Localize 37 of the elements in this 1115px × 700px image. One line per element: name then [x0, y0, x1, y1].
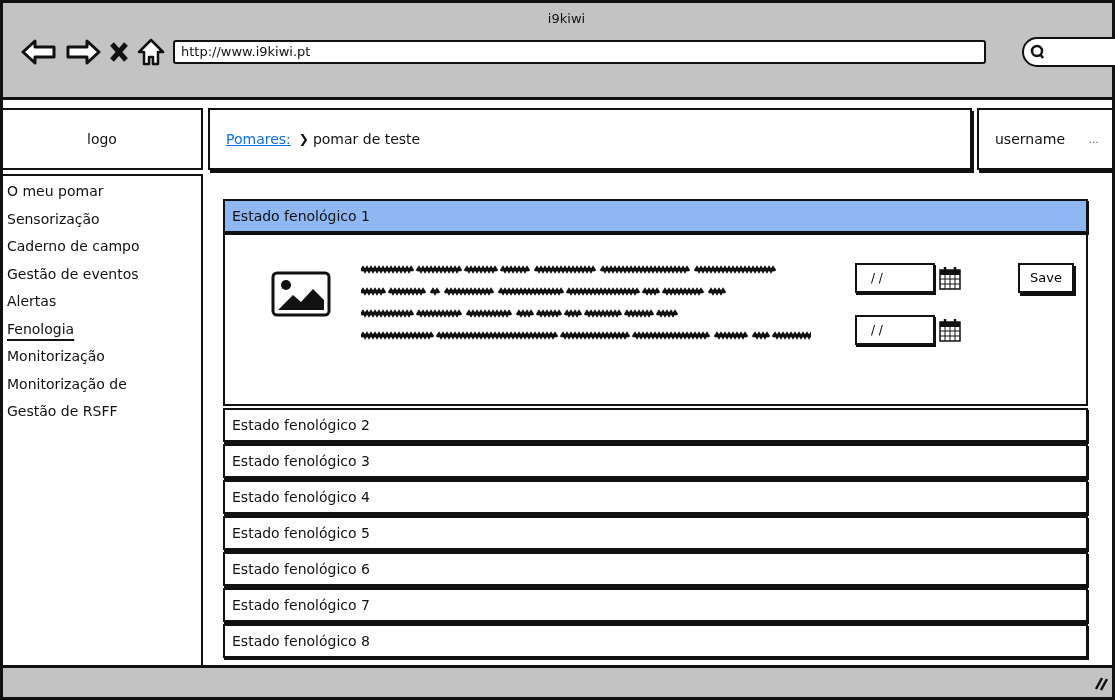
sidebar-item[interactable]: Monitorização de — [7, 370, 197, 398]
date-field[interactable]: / / — [855, 315, 935, 345]
logo-text: logo — [87, 129, 117, 149]
window-title: i9kiwi — [546, 10, 587, 28]
save-button[interactable]: Save — [1018, 263, 1074, 293]
accordion-header[interactable]: Estado fenológico 6 — [223, 552, 1088, 586]
chevron-icon: ❯ — [298, 130, 309, 148]
sidebar-item[interactable]: Gestão de eventos — [7, 260, 197, 288]
search-icon — [1030, 43, 1046, 60]
url-field[interactable]: http://www.i9kiwi.pt — [173, 39, 986, 64]
home-icon[interactable] — [137, 37, 165, 66]
sidebar-item[interactable]: Monitorização — [7, 343, 197, 371]
image-icon — [271, 271, 331, 317]
sidebar-item[interactable]: O meu pomar — [7, 178, 197, 206]
username[interactable]: username — [995, 128, 1065, 150]
accordion-header[interactable]: Estado fenológico 3 — [223, 444, 1088, 478]
date-field[interactable]: / / — [855, 263, 935, 293]
accordion-header[interactable]: Estado fenológico 5 — [223, 516, 1088, 550]
calendar-icon[interactable] — [939, 266, 961, 290]
accordion-header[interactable]: Estado fenológico 7 — [223, 588, 1088, 622]
calendar-icon[interactable] — [939, 318, 961, 342]
sidebar-item[interactable]: Caderno de campo — [7, 233, 197, 261]
back-icon[interactable] — [21, 37, 57, 66]
accordion-header[interactable]: Estado fenológico 2 — [223, 408, 1088, 442]
sidebar-item[interactable]: Sensorização — [7, 205, 197, 233]
more-icon[interactable]: ... — [1089, 131, 1099, 147]
forward-icon[interactable] — [65, 37, 101, 66]
sidebar-item[interactable]: Alertas — [7, 288, 197, 316]
sidebar-item[interactable]: Fenologia — [7, 315, 197, 343]
breadcrumb-current: pomar de teste — [312, 129, 421, 149]
accordion-header[interactable]: Estado fenológico 1 — [223, 199, 1088, 233]
close-icon[interactable] — [109, 40, 129, 63]
sidebar-item[interactable]: Gestão de RSFF — [7, 398, 197, 426]
search-field[interactable] — [1022, 36, 1115, 67]
breadcrumb-link[interactable]: Pomares: — [226, 128, 291, 150]
accordion-header[interactable]: Estado fenológico 4 — [223, 480, 1088, 514]
accordion-header[interactable]: Estado fenológico 8 — [223, 624, 1088, 658]
